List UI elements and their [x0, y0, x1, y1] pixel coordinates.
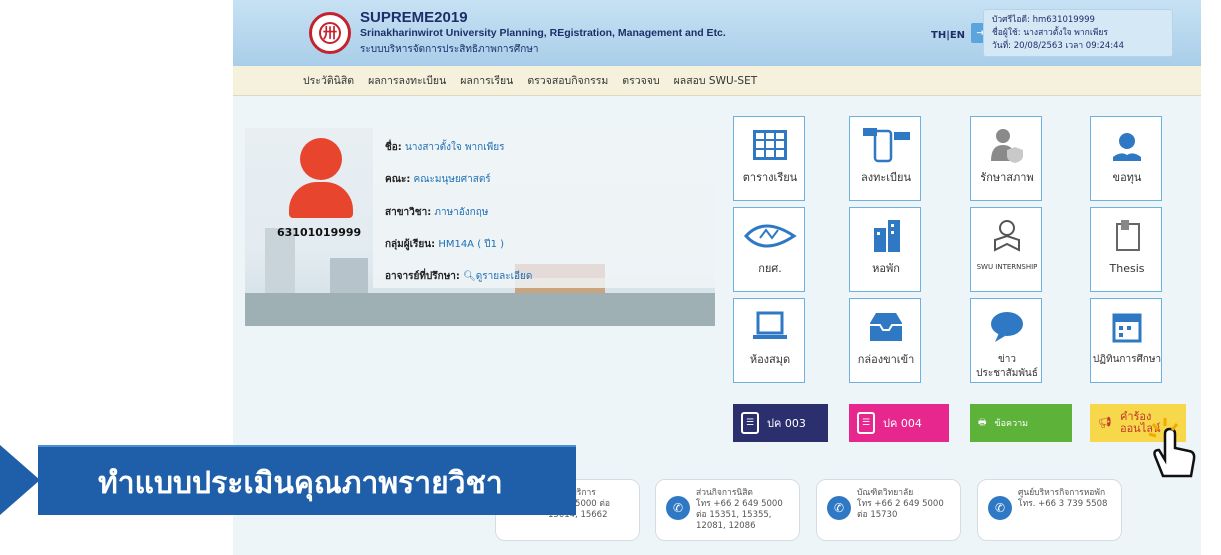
- search-icon: 🔍︎: [463, 271, 476, 282]
- info-row-major: สาขาวิชา: ภาษาอังกฤษ: [385, 205, 488, 220]
- tile-internship[interactable]: SWU INTERNSHIP: [970, 207, 1042, 292]
- tile-label: ตารางเรียน: [742, 171, 798, 184]
- phone-icon: ✆: [666, 496, 690, 520]
- advisor-label: อาจารย์ที่ปรึกษา:: [385, 271, 460, 282]
- tile-timetable[interactable]: ตารางเรียน: [733, 116, 805, 201]
- laptop-icon: [734, 309, 806, 345]
- phone-register-icon: [850, 127, 922, 163]
- contact-card: ✆ ศูนย์บริหารกิจการหอพัก โทร. +66 3 739 5…: [977, 479, 1122, 541]
- tile-health[interactable]: รักษาสภาพ: [970, 116, 1042, 201]
- nav-item-registration-result[interactable]: ผลการลงทะเบียน: [368, 72, 446, 89]
- chat-bubble-icon: [971, 309, 1043, 345]
- tile-label: ลงทะเบียน: [861, 171, 911, 184]
- tile-label: ข่าวประชาสัมพันธ์: [976, 354, 1038, 379]
- info-row-group: กลุ่มผู้เรียน: HM14A ( ปี1 ): [385, 237, 504, 252]
- reading-person-icon: [971, 218, 1043, 254]
- tile-news[interactable]: ข่าวประชาสัมพันธ์: [970, 298, 1042, 383]
- tile-kyot[interactable]: กยศ.: [733, 207, 805, 292]
- timetable-icon: [753, 130, 787, 160]
- form-icon: ☰: [857, 412, 875, 434]
- tile-thesis[interactable]: Thesis: [1090, 207, 1162, 292]
- phone-icon: ✆: [827, 496, 851, 520]
- student-info-panel: ชื่อ: นางสาวตั้งใจ พากเพียร คณะ: คณะมนุษ…: [373, 128, 715, 288]
- thesis-icon: [1091, 218, 1163, 254]
- group-value: HM14A ( ปี1 ): [438, 239, 505, 250]
- tile-label: กล่องขาเข้า: [857, 353, 915, 366]
- app-thai-subtitle: ระบบบริหารจัดการประสิทธิภาพการศึกษา: [360, 44, 539, 55]
- tile-label: SWU INTERNSHIP: [976, 263, 1038, 271]
- kyot-logo-icon: [734, 218, 806, 254]
- contact-text: บัณฑิตวิทยาลัย โทร +66 2 649 5000 ต่อ 157…: [857, 488, 944, 520]
- pd003-label: ปค 003: [767, 417, 806, 430]
- advisor-detail-link[interactable]: ดูรายละเอียด: [476, 271, 533, 282]
- contact-card: ✆ บัณฑิตวิทยาลัย โทร +66 2 649 5000 ต่อ 1…: [816, 479, 961, 541]
- tile-label: กยศ.: [758, 262, 782, 275]
- nav-item-grades[interactable]: ผลการเรียน: [460, 72, 513, 89]
- caption-text: ทำแบบประเมินคุณภาพรายวิชา: [98, 466, 503, 501]
- contact-text: ศูนย์บริหารกิจการหอพัก โทร. +66 3 739 550…: [1018, 488, 1108, 509]
- nav-item-swu-set[interactable]: ผลสอบ SWU-SET: [674, 72, 758, 89]
- header: 卅 SUPREME2019 Srinakharinwirot Universit…: [233, 0, 1201, 66]
- person-shield-icon: [971, 127, 1043, 163]
- user-name: ชื่อผู้ใช้: นางสาวตั้งใจ พากเพียร: [992, 28, 1108, 38]
- group-label: กลุ่มผู้เรียน:: [385, 239, 436, 250]
- main-nav: ประวัตินิสิต ผลการลงทะเบียน ผลการเรียน ต…: [233, 66, 1201, 96]
- seal-icon: 卅: [319, 22, 341, 44]
- message-label: ข้อความ: [994, 419, 1029, 429]
- pd004-button[interactable]: ☰ ปค 004: [849, 404, 949, 442]
- caption-banner: ทำแบบประเมินคุณภาพรายวิชา: [38, 445, 576, 515]
- university-logo: 卅: [309, 12, 351, 54]
- app-subtitle: Srinakharinwirot University Planning, RE…: [360, 27, 726, 39]
- faculty-label: คณะ:: [385, 174, 411, 185]
- message-button[interactable]: 🖶︎ ข้อความ: [970, 404, 1072, 442]
- avatar: [287, 138, 355, 218]
- nav-item-student-profile[interactable]: ประวัตินิสิต: [303, 72, 354, 89]
- info-row-advisor: อาจารย์ที่ปรึกษา: 🔍︎ดูรายละเอียด: [385, 269, 532, 284]
- phone-icon: ✆: [988, 496, 1012, 520]
- building-icon: [850, 218, 922, 254]
- printer-icon: 🖶︎: [978, 418, 987, 428]
- faculty-value: คณะมนุษยศาสตร์: [413, 174, 491, 185]
- contact-text: ส่วนกิจการนิสิต โทร +66 2 649 5000 ต่อ 15…: [696, 488, 783, 531]
- calendar-icon: [1091, 309, 1163, 345]
- nav-item-graduation-check[interactable]: ตรวจจบ: [622, 72, 659, 89]
- app-title: SUPREME2019: [360, 9, 468, 26]
- nav-item-activities[interactable]: ตรวจสอบกิจกรรม: [527, 72, 608, 89]
- tile-label: Thesis: [1109, 262, 1145, 275]
- pd004-label: ปค 004: [883, 417, 922, 430]
- ground-illustration: [245, 293, 715, 326]
- tile-label: ปฏิทินการศึกษา: [1092, 354, 1162, 365]
- tile-label: ห้องสมุด: [749, 353, 791, 366]
- major-value: ภาษาอังกฤษ: [434, 207, 489, 218]
- form-icon: ☰: [741, 412, 759, 434]
- user-buasri-id: บัวศรีไอดี: hm631019999: [992, 15, 1095, 25]
- inbox-tray-icon: [850, 309, 922, 345]
- tile-label: หอพัก: [872, 262, 900, 275]
- pointing-hand-icon: [1148, 418, 1196, 478]
- contact-card: ✆ ส่วนกิจการนิสิต โทร +66 2 649 5000 ต่อ …: [655, 479, 800, 541]
- megaphone-icon: 📢︎: [1098, 416, 1112, 429]
- info-row-name: ชื่อ: นางสาวตั้งใจ พากเพียร: [385, 140, 504, 155]
- profile-card: 63101019999 ชื่อ: นางสาวตั้งใจ พากเพียร …: [245, 128, 715, 326]
- user-info-box: บัวศรีไอดี: hm631019999 ชื่อผู้ใช้: นางส…: [983, 9, 1173, 57]
- tile-library[interactable]: ห้องสมุด: [733, 298, 805, 383]
- name-value: นางสาวตั้งใจ พากเพียร: [404, 142, 505, 153]
- name-label: ชื่อ:: [385, 142, 402, 153]
- chevron-right-icon: [0, 445, 40, 515]
- language-switch[interactable]: TH|EN: [931, 30, 965, 41]
- tile-inbox[interactable]: กล่องขาเข้า: [849, 298, 921, 383]
- major-label: สาขาวิชา:: [385, 207, 432, 218]
- tile-scholarship[interactable]: ขอทุน: [1090, 116, 1162, 201]
- money-hand-icon: [1091, 127, 1163, 163]
- tile-register[interactable]: ลงทะเบียน: [849, 116, 921, 201]
- tile-calendar[interactable]: ปฏิทินการศึกษา: [1090, 298, 1162, 383]
- tile-dorm[interactable]: หอพัก: [849, 207, 921, 292]
- tile-label: ขอทุน: [1112, 171, 1142, 184]
- session-datetime: วันที่: 20/08/2563 เวลา 09:24:44: [992, 41, 1124, 51]
- student-id: 63101019999: [277, 226, 362, 239]
- pd003-button[interactable]: ☰ ปค 003: [733, 404, 828, 442]
- info-row-faculty: คณะ: คณะมนุษยศาสตร์: [385, 172, 491, 187]
- tile-label: รักษาสภาพ: [980, 171, 1034, 184]
